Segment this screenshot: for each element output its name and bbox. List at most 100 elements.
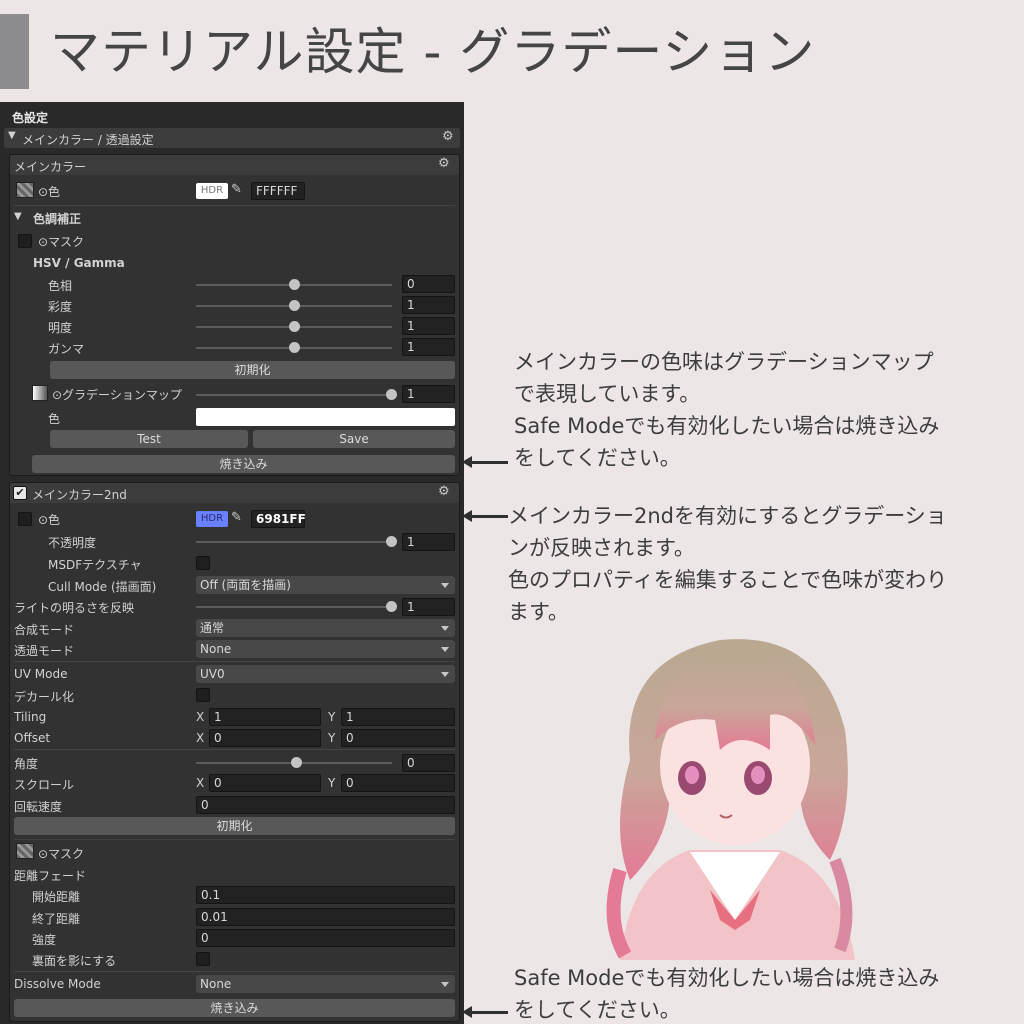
opacity-label: 不透明度 [48,536,97,550]
axis-x-label: X [196,776,205,790]
reset-button[interactable]: 初期化 [14,817,455,835]
bake-button[interactable]: 焼き込み [14,999,455,1017]
avatar-character-illustration [606,639,855,960]
rotate-speed-field[interactable]: 0 [196,796,455,814]
divider [14,839,455,840]
opacity-field[interactable]: 1 [402,533,455,551]
enable-checkbox[interactable]: ✔ [13,486,27,500]
arrow-left-icon [462,456,508,468]
axis-y-label: Y [328,731,336,745]
hsv-slider-knob[interactable] [289,300,300,311]
hsv-slider-label: 色相 [48,279,73,293]
hsv-value-field[interactable]: 0 [402,275,455,293]
gradient-map-label: ⊙グラデーションマップ [52,388,182,402]
opacity-slider-track[interactable] [196,541,392,543]
texture-slot[interactable] [18,512,32,526]
axis-y-label: Y [328,710,336,724]
triangle-down-icon: ▼ [8,130,16,141]
rotate-speed-label: 回転速度 [14,800,63,814]
hsv-value-field[interactable]: 1 [402,317,455,335]
fade-end-field[interactable]: 0.01 [196,908,455,926]
light-slider-track[interactable] [196,606,392,608]
hsv-slider-knob[interactable] [289,342,300,353]
gradient-map-texture-icon[interactable] [32,385,48,401]
gradient-map-slider-track[interactable] [196,394,392,396]
angle-slider-knob[interactable] [291,757,302,768]
angle-field[interactable]: 0 [402,754,455,772]
offset-y-field[interactable]: 0 [341,729,455,747]
mask-slot[interactable] [18,234,32,248]
gradient-map-slider-knob[interactable] [386,389,397,400]
note-bake: Safe Modeでも有効化したい場合は焼き込み をしてください。 [514,962,939,1024]
cull-mode-dropdown[interactable]: Off (両面を描画) [196,576,455,594]
hsv-value-field[interactable]: 1 [402,296,455,314]
save-button[interactable]: Save [253,430,455,448]
alpha-mode-dropdown[interactable]: None [196,640,455,658]
main-color-header: メインカラー ⚙ [10,155,459,175]
hsv-slider-knob[interactable] [289,321,300,332]
axis-y-label: Y [328,776,336,790]
light-slider-knob[interactable] [386,601,397,612]
divider [14,205,455,206]
main-color-2nd-header-label: メインカラー2nd [32,488,127,502]
scroll-y-field[interactable]: 0 [341,774,455,792]
title-accent-bar [0,14,29,89]
scroll-x-field[interactable]: 0 [209,774,321,792]
tone-correction-label: 色調補正 [33,212,82,226]
inspector-panel: 色設定 ▼ メインカラー / 透過設定 ⚙ メインカラー ⚙ ⊙色 HDR ✎ … [0,102,464,1024]
dissolve-mode-label: Dissolve Mode [14,977,101,991]
bake-button[interactable]: 焼き込み [32,455,455,473]
mask-label: ⊙マスク [38,235,85,249]
hdr-color-swatch[interactable]: HDR [196,511,228,527]
note-line: をしてください。 [514,446,681,470]
hsv-slider-label: 明度 [48,321,73,335]
gear-icon[interactable]: ⚙ [442,129,454,144]
color-label: ⊙色 [38,185,61,199]
divider [14,749,455,750]
hdr-color-swatch[interactable]: HDR [196,183,228,199]
hex-field[interactable]: FFFFFF [251,182,305,200]
note-line: 色のプロパティを編集することで色味が変わり [508,568,948,592]
reset-button[interactable]: 初期化 [50,361,455,379]
decal-checkbox[interactable] [196,688,210,702]
triangle-down-icon[interactable]: ▼ [14,211,22,222]
note-main-color-2nd: メインカラー2ndを有効にするとグラデーショ ンが反映されます。 色のプロパティ… [508,500,947,628]
test-button[interactable]: Test [50,430,248,448]
strength-field[interactable]: 0 [196,929,455,947]
gear-icon[interactable]: ⚙ [438,156,450,171]
backface-checkbox[interactable] [196,952,210,966]
dissolve-mode-dropdown[interactable]: None [196,975,455,993]
divider [14,661,455,662]
hsv-slider-knob[interactable] [289,279,300,290]
gradient-color-swatch[interactable] [196,408,455,426]
tiling-y-field[interactable]: 1 [341,708,455,726]
hex-field[interactable]: 6981FF [251,510,306,528]
msdf-checkbox[interactable] [196,556,210,570]
blend-mode-dropdown[interactable]: 通常 [196,619,455,637]
fade-start-field[interactable]: 0.1 [196,886,455,904]
texture-slot-icon[interactable] [16,182,34,198]
eyedropper-icon[interactable]: ✎ [231,182,242,197]
main-color-box: メインカラー ⚙ ⊙色 HDR ✎ FFFFFF ▼ 色調補正 ⊙マスク HSV… [9,154,460,476]
uv-mode-dropdown[interactable]: UV0 [196,665,455,683]
main-color-2nd-header: ✔ メインカラー2nd ⚙ [10,483,459,503]
tiling-x-field[interactable]: 1 [209,708,321,726]
offset-x-field[interactable]: 0 [209,729,321,747]
opacity-slider-knob[interactable] [386,536,397,547]
divider [14,971,455,972]
offset-label: Offset [14,731,51,745]
eyedropper-icon[interactable]: ✎ [231,510,242,525]
gear-icon[interactable]: ⚙ [438,484,450,499]
hsv-gamma-label: HSV / Gamma [33,256,125,270]
light-field[interactable]: 1 [402,598,455,616]
gradient-map-value-field[interactable]: 1 [402,385,455,403]
main-color-2nd-box: ✔ メインカラー2nd ⚙ ⊙色 HDR ✎ 6981FF 不透明度 1 MSD… [9,482,460,1022]
hsv-value-field[interactable]: 1 [402,338,455,356]
foldout-main-transparency[interactable]: ▼ メインカラー / 透過設定 ⚙ [4,128,460,148]
fade-start-label: 開始距離 [32,890,81,904]
mask-texture-icon[interactable] [16,843,34,859]
arrow-left-icon [462,510,508,522]
msdf-label: MSDFテクスチャ [48,558,142,572]
light-label: ライトの明るさを反映 [14,601,135,615]
note-line: Safe Modeでも有効化したい場合は焼き込み [514,966,940,990]
